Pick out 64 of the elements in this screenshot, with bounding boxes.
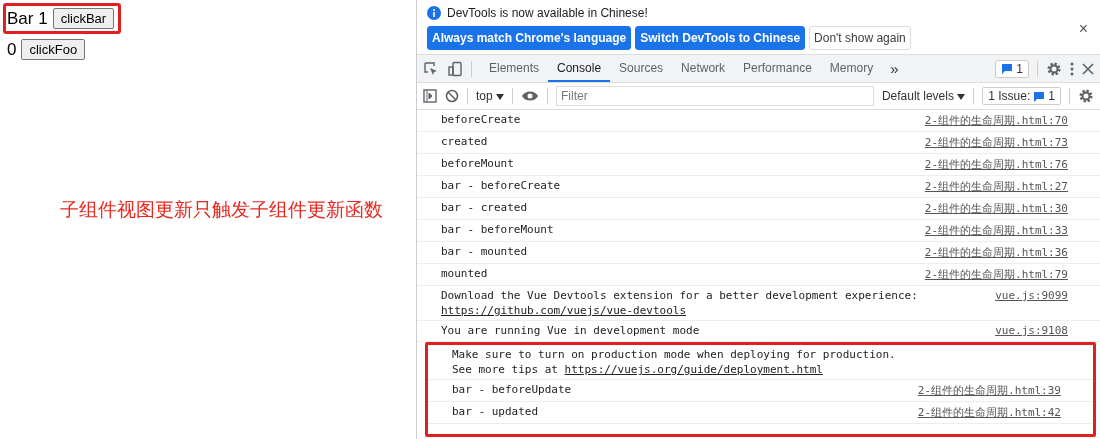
infobar-button[interactable]: Don't show again	[809, 26, 911, 50]
log-link[interactable]: https://vuejs.org/guide/deployment.html	[564, 363, 823, 376]
sidebar-icon[interactable]	[423, 89, 437, 103]
panel-tab[interactable]: Sources	[610, 55, 673, 82]
info-message: DevTools is now available in Chinese!	[447, 6, 648, 20]
log-text: bar - beforeCreate	[441, 179, 561, 192]
source-link[interactable]: 2-组件的生命周期.html:27	[924, 179, 1068, 194]
filter-field[interactable]: Filter	[556, 86, 874, 106]
source-link[interactable]: 2-组件的生命周期.html:36	[924, 245, 1068, 260]
source-link[interactable]: 2-组件的生命周期.html:79	[924, 267, 1068, 282]
source-link[interactable]: vue.js:9099	[995, 289, 1068, 302]
infobar-button[interactable]: Always match Chrome's language	[427, 26, 632, 50]
caret-icon	[496, 94, 505, 100]
inspect-icon[interactable]	[423, 60, 439, 77]
settings-icon[interactable]	[1078, 88, 1094, 104]
source-link[interactable]: 2-组件的生命周期.html:73	[924, 135, 1068, 150]
issues-button[interactable]: 1 Issue: 1	[982, 87, 1061, 105]
infobar-button[interactable]: Switch DevTools to Chinese	[635, 26, 806, 50]
source-link[interactable]: vue.js:9108	[995, 324, 1068, 337]
source-link[interactable]: 2-组件的生命周期.html:30	[924, 201, 1068, 216]
levels-select[interactable]: Default levels	[881, 89, 966, 103]
click-button[interactable]: clickBar	[52, 8, 115, 29]
caret-icon	[957, 94, 966, 100]
log-text: See more tips at	[452, 363, 559, 376]
source-link[interactable]: 2-组件的生命周期.html:42	[917, 405, 1061, 420]
message-icon	[1033, 90, 1046, 102]
more-icon[interactable]	[1070, 61, 1074, 76]
click-button[interactable]: clickFoo	[21, 39, 86, 60]
panel-tab[interactable]: Performance	[734, 55, 821, 82]
log-text: bar - mounted	[441, 245, 528, 258]
eye-icon[interactable]	[521, 90, 540, 102]
context-select[interactable]: top	[476, 89, 505, 103]
log-text: mounted	[441, 267, 488, 280]
panel-tab[interactable]: Elements	[480, 55, 549, 82]
log-text: created	[441, 135, 488, 148]
source-link[interactable]: 2-组件的生命周期.html:33	[924, 223, 1068, 238]
close-icon[interactable]	[1082, 62, 1094, 75]
log-text: bar - created	[441, 201, 528, 214]
log-text: Download the Vue Devtools extension for a better development experience:	[441, 289, 918, 302]
device-icon[interactable]	[447, 60, 463, 77]
settings-icon[interactable]	[1046, 60, 1062, 77]
log-link[interactable]: https://github.com/vuejs/vue-devtools	[441, 304, 687, 317]
log-text: bar - beforeUpdate	[452, 383, 572, 396]
log-text: Make sure to turn on production mode when deploying for production.	[452, 348, 896, 361]
source-link[interactable]: 2-组件的生命周期.html:70	[924, 113, 1068, 128]
log-text: bar - beforeMount	[441, 223, 554, 236]
panel-tab[interactable]: Console	[548, 55, 611, 82]
log-text: You are running Vue in development mode	[441, 324, 700, 337]
counter-text: 0	[7, 39, 17, 60]
log-text: bar - updated	[452, 405, 539, 418]
info-icon	[427, 6, 441, 20]
counter-text: Bar 1	[7, 8, 48, 29]
clear-icon[interactable]	[445, 89, 459, 103]
log-text: beforeCreate	[441, 113, 521, 126]
panel-tab[interactable]: Memory	[820, 55, 883, 82]
more-tabs-button[interactable]: »	[890, 60, 899, 77]
close-button[interactable]: ×	[1078, 20, 1088, 38]
message-icon	[1001, 63, 1014, 74]
issues-badge[interactable]: 1	[995, 59, 1029, 78]
source-link[interactable]: 2-组件的生命周期.html:76	[924, 157, 1068, 172]
source-link[interactable]: 2-组件的生命周期.html:39	[917, 383, 1061, 398]
log-text: beforeMount	[441, 157, 514, 170]
panel-tab[interactable]: Network	[672, 55, 735, 82]
annotation-text: 子组件视图更新只触发子组件更新函数	[60, 197, 384, 222]
